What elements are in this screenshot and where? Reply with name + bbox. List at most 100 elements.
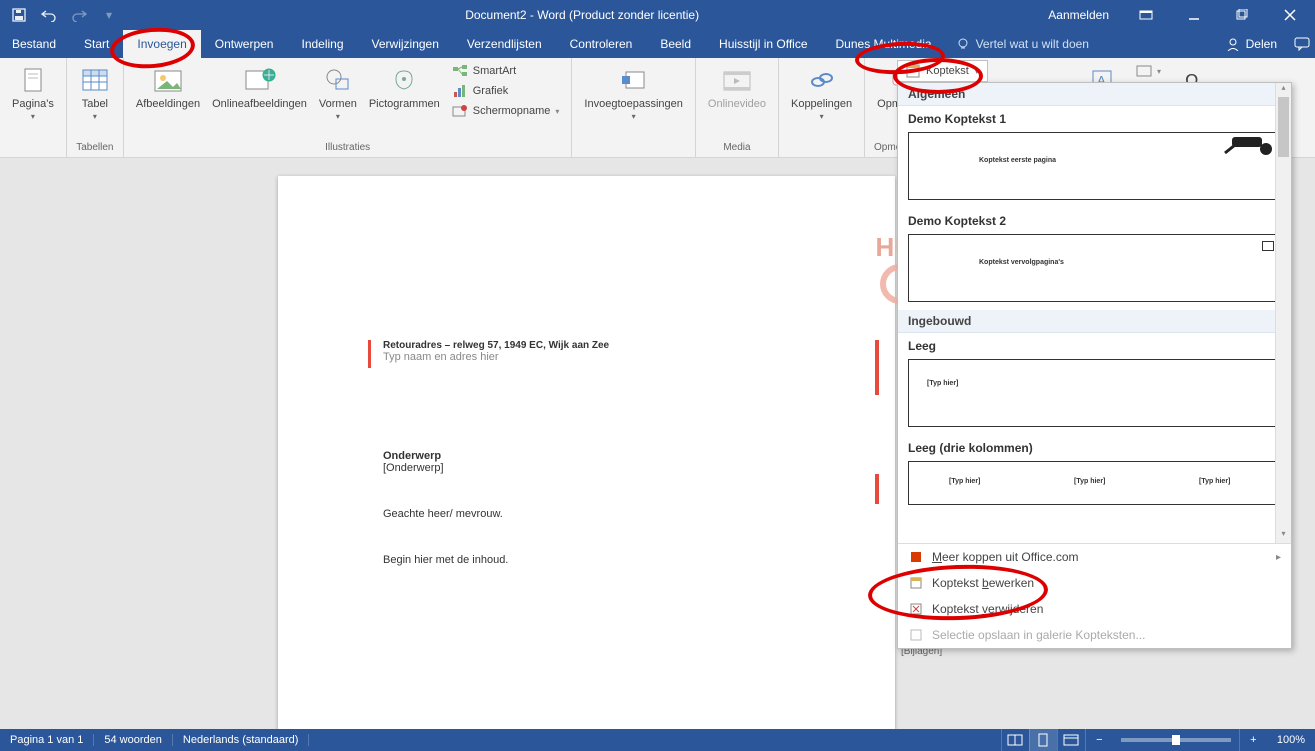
header-icon xyxy=(906,64,920,78)
onderwerp-value[interactable]: [Onderwerp] xyxy=(383,462,855,474)
body-start[interactable]: Begin hier met de inhoud. xyxy=(383,554,855,566)
tab-verzendlijsten[interactable]: Verzendlijsten xyxy=(453,30,556,58)
picture-icon xyxy=(152,64,184,96)
leeg-text: [Typ hier] xyxy=(927,380,958,387)
leeg3-c: [Typ hier] xyxy=(1199,478,1230,485)
tab-start[interactable]: Start xyxy=(70,30,123,58)
tab-invoegen[interactable]: Invoegen xyxy=(123,30,200,58)
koppelingen-button[interactable]: Koppelingen xyxy=(787,62,856,123)
tab-controleren[interactable]: Controleren xyxy=(556,30,647,58)
tab-bestand[interactable]: Bestand xyxy=(0,30,70,58)
smartart-button[interactable]: SmartArt xyxy=(448,62,564,80)
tabel-label: Tabel xyxy=(82,98,108,110)
edit-header-button[interactable]: Koptekst bewerken xyxy=(898,570,1291,596)
roller-icon xyxy=(1222,135,1276,155)
address-placeholder[interactable]: Typ naam en adres hier xyxy=(383,351,855,363)
wordart-button[interactable]: ▾ xyxy=(1132,62,1165,80)
pictogrammen-button[interactable]: Pictogrammen xyxy=(365,62,444,112)
gallery-item-leeg[interactable]: [Typ hier] xyxy=(908,359,1281,427)
invoegtoepassingen-label: Invoegtoepassingen xyxy=(584,98,682,110)
tab-huisstijl[interactable]: Huisstijl in Office xyxy=(705,30,821,58)
tabellen-group-label: Tabellen xyxy=(75,140,115,157)
ribbon-tabs: Bestand Start Invoegen Ontwerpen Indelin… xyxy=(0,30,1315,58)
afbeeldingen-button[interactable]: Afbeeldingen xyxy=(132,62,204,112)
aanhef[interactable]: Geachte heer/ mevrouw. xyxy=(383,508,855,520)
remove-header-label: Koptekst verwijderen xyxy=(932,602,1043,616)
chart-icon xyxy=(452,83,468,99)
vormen-label: Vormen xyxy=(319,98,357,110)
tab-beeld[interactable]: Beeld xyxy=(646,30,705,58)
tab-ontwerpen[interactable]: Ontwerpen xyxy=(201,30,288,58)
tab-verwijzingen[interactable]: Verwijzingen xyxy=(358,30,453,58)
maximize-icon[interactable] xyxy=(1219,0,1265,30)
statusbar: Pagina 1 van 1 54 woorden Nederlands (st… xyxy=(0,729,1315,751)
zoom-out-button[interactable]: − xyxy=(1085,729,1113,751)
share-button[interactable]: Delen xyxy=(1214,30,1289,58)
minimize-icon[interactable] xyxy=(1171,0,1217,30)
tab-indeling[interactable]: Indeling xyxy=(287,30,357,58)
gallery-item-leeg-title: Leeg xyxy=(898,333,1291,357)
close-icon[interactable] xyxy=(1267,0,1313,30)
gallery-item-leeg3[interactable]: [Typ hier] [Typ hier] [Typ hier] xyxy=(908,461,1281,505)
pictogrammen-label: Pictogrammen xyxy=(369,98,440,110)
web-layout-icon[interactable] xyxy=(1057,729,1085,751)
ribbon-display-icon[interactable] xyxy=(1123,0,1169,30)
grafiek-button[interactable]: Grafiek xyxy=(448,82,564,100)
remove-header-button[interactable]: Koptekst verwijderen xyxy=(898,596,1291,622)
tabel-button[interactable]: Tabel xyxy=(75,62,115,123)
grafiek-label: Grafiek xyxy=(473,85,508,97)
gallery-item-demo2[interactable]: Koptekst vervolgpagina's xyxy=(908,234,1281,302)
more-headers-link[interactable]: Meer koppen uit Office.com ▸ xyxy=(898,544,1291,570)
undo-icon[interactable] xyxy=(36,2,62,28)
comments-icon[interactable] xyxy=(1289,30,1315,58)
leeg3-a: [Typ hier] xyxy=(949,478,980,485)
gallery-scrollbar[interactable]: ▴ ▾ xyxy=(1275,83,1291,543)
addins-icon xyxy=(618,64,650,96)
smartart-label: SmartArt xyxy=(473,65,516,77)
redbar-1 xyxy=(368,340,371,368)
gallery-footer: Meer koppen uit Office.com ▸ Koptekst be… xyxy=(898,543,1291,648)
online-picture-icon xyxy=(244,64,276,96)
icons-icon xyxy=(388,64,420,96)
edit-header-label: Koptekst bewerken xyxy=(932,576,1034,590)
zoom-thumb[interactable] xyxy=(1172,735,1180,745)
qat-customize-icon[interactable]: ▾ xyxy=(96,2,122,28)
gallery-item-demo2-title: Demo Koptekst 2 xyxy=(898,208,1291,232)
page-indicator[interactable]: Pagina 1 van 1 xyxy=(0,734,94,746)
vormen-button[interactable]: Vormen xyxy=(315,62,361,123)
page[interactable]: HU Retouradres – relweg 57, 1949 EC, Wij… xyxy=(278,176,895,729)
tab-dunes[interactable]: Dunes Multimedia xyxy=(822,30,946,58)
paginas-button[interactable]: Pagina's xyxy=(8,62,58,123)
onlineafbeeldingen-button[interactable]: Onlineafbeeldingen xyxy=(208,62,311,112)
remove-header-icon xyxy=(908,601,924,617)
save-icon[interactable] xyxy=(6,2,32,28)
schermopname-button[interactable]: Schermopname ▾ xyxy=(448,102,564,120)
zoom-slider[interactable] xyxy=(1121,738,1231,742)
gallery-item-demo1-title: Demo Koptekst 1 xyxy=(898,106,1291,130)
gallery-section-algemeen: Algemeen xyxy=(898,83,1291,106)
paginas-label: Pagina's xyxy=(12,98,54,110)
titlebar: ▾ Document2 - Word (Product zonder licen… xyxy=(0,0,1315,30)
koppelingen-label: Koppelingen xyxy=(791,98,852,110)
language-indicator[interactable]: Nederlands (standaard) xyxy=(173,734,310,746)
signin-link[interactable]: Aanmelden xyxy=(1036,8,1121,22)
zoom-in-button[interactable]: + xyxy=(1239,729,1267,751)
more-headers-label: Meer koppen uit Office.com xyxy=(932,550,1079,564)
redo-icon[interactable] xyxy=(66,2,92,28)
redbar-side-2 xyxy=(875,474,879,504)
onderwerp-heading: Onderwerp xyxy=(383,450,855,462)
tell-me-search[interactable]: Vertel wat u wilt doen xyxy=(946,30,1099,58)
scrollbar-thumb[interactable] xyxy=(1278,97,1289,157)
demo1-text: Koptekst eerste pagina xyxy=(979,157,1056,164)
read-mode-icon[interactable] xyxy=(1001,729,1029,751)
group-media: Onlinevideo Media xyxy=(696,58,779,157)
window-title: Document2 - Word (Product zonder licenti… xyxy=(128,8,1036,22)
koptekst-dropdown-button[interactable]: Koptekst ▾ xyxy=(897,60,988,82)
zoom-level[interactable]: 100% xyxy=(1267,734,1315,746)
print-layout-icon[interactable] xyxy=(1029,729,1057,751)
word-count[interactable]: 54 woorden xyxy=(94,734,173,746)
lightbulb-icon xyxy=(956,37,970,51)
gallery-item-demo1[interactable]: Koptekst eerste pagina xyxy=(908,132,1281,200)
invoegtoepassingen-button[interactable]: Invoegtoepassingen xyxy=(580,62,686,123)
video-icon xyxy=(721,64,753,96)
